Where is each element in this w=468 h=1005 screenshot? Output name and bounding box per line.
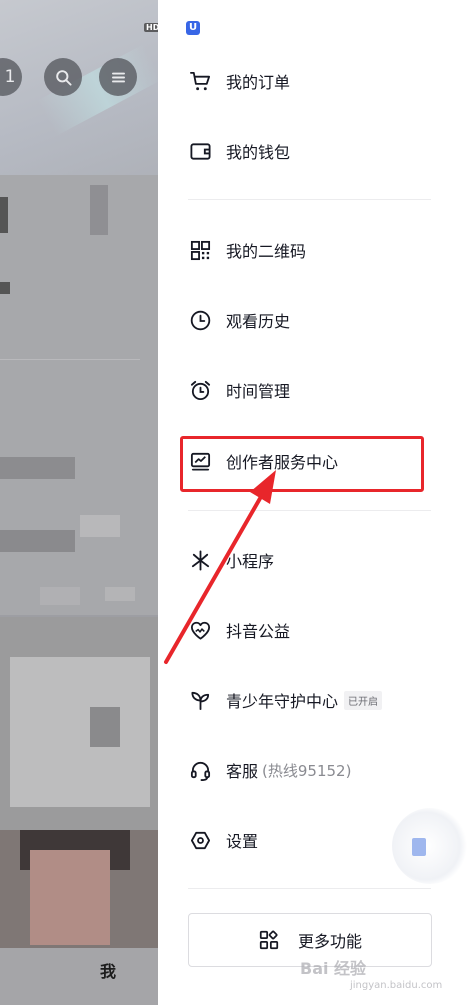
menu-item-label: 创作者服务中心 [226,453,339,472]
menu-item-label: 时间管理 [226,382,291,401]
search-button[interactable] [44,58,82,96]
menu-item-creator-center[interactable]: 创作者服务中心 [158,433,468,489]
menu-item-charity[interactable]: 抖音公益 [158,602,468,658]
menu-item-label: 小程序 [226,552,275,571]
menu-item-label: 我的钱包 [226,143,291,162]
blurred-block [40,587,80,605]
menu-item-wallet[interactable]: 我的钱包 [158,123,468,179]
baidu-watermark: Bai 经验 [300,959,367,978]
search-icon [55,69,72,86]
blurred-video-thumbnail[interactable] [0,617,158,832]
divider [188,510,431,511]
background-profile-page: HD 1 我 [0,0,158,1005]
divider [188,199,431,200]
menu-item-label: 抖音公益 [226,622,291,641]
hotline-text: (热线95152) [262,761,352,780]
sprout-icon [188,688,212,712]
hd-badge: HD [144,23,158,32]
count-text: 1 [4,67,16,87]
blurred-block [90,707,120,747]
headset-icon [188,758,212,782]
app-logo: U [186,21,200,35]
profile-header-background [0,0,158,180]
blurred-block [0,530,75,552]
menu-item-label: 设置 [226,832,259,851]
qr-code-icon [188,238,212,262]
dropdown-arrow-blur [0,282,10,294]
chart-monitor-icon [188,449,212,473]
menu-item-mini-programs[interactable]: 小程序 [158,532,468,588]
divider [188,888,431,889]
menu-item-customer-service[interactable]: 客服 (热线95152) [158,742,468,798]
floating-assistant-bubble[interactable] [392,808,468,884]
tab-me[interactable]: 我 [100,958,116,982]
menu-item-qr-code[interactable]: 我的二维码 [158,222,468,278]
menu-item-label: 观看历史 [226,312,291,331]
blurred-block [80,515,120,537]
menu-item-orders[interactable]: 我的订单 [158,53,468,109]
clock-icon [188,308,212,332]
blurred-block [10,657,150,807]
blurred-block [90,185,108,235]
mini-program-icon [188,548,212,572]
divider [0,359,140,360]
blurred-block [30,850,110,945]
alarm-clock-icon [188,378,212,402]
menu-item-label: 青少年守护中心 [226,692,339,711]
menu-item-time-management[interactable]: 时间管理 [158,362,468,418]
hamburger-icon [111,72,125,82]
cart-icon [188,69,212,93]
menu-button[interactable] [99,58,137,96]
profile-info-card [0,175,158,615]
menu-item-teen-protection[interactable]: 青少年守护中心 已开启 [158,672,468,728]
wallet-icon [188,139,212,163]
status-badge: 已开启 [344,690,383,710]
grid-apps-icon [258,929,280,951]
menu-item-label: 客服 [226,762,259,781]
bottom-tab-bar [0,948,158,1005]
charity-heart-icon [188,618,212,642]
more-features-label: 更多功能 [297,932,362,951]
menu-item-watch-history[interactable]: 观看历史 [158,292,468,348]
blurred-block [0,197,8,233]
blurred-block [0,457,75,479]
bubble-content [412,838,426,856]
menu-item-label: 我的订单 [226,73,291,92]
blurred-block [105,587,135,601]
baidu-watermark-url: jingyan.baidu.com [350,980,443,991]
menu-item-label: 我的二维码 [226,242,307,261]
blurred-video-thumbnail[interactable] [0,830,158,950]
settings-hexagon-icon [188,828,212,852]
